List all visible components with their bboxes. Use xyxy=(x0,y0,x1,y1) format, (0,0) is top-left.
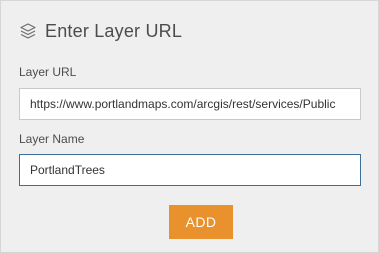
add-button[interactable]: ADD xyxy=(169,205,233,239)
panel-header: Enter Layer URL xyxy=(19,19,182,43)
layer-name-input[interactable] xyxy=(19,154,361,186)
panel-title: Enter Layer URL xyxy=(45,20,183,41)
add-layer-panel: Enter Layer URL Layer URL Layer Name ADD xyxy=(0,0,379,253)
layers-icon xyxy=(19,22,37,40)
layer-url-label: Layer URL xyxy=(19,65,77,79)
layer-url-input[interactable] xyxy=(19,88,361,120)
layer-name-label: Layer Name xyxy=(19,132,85,146)
